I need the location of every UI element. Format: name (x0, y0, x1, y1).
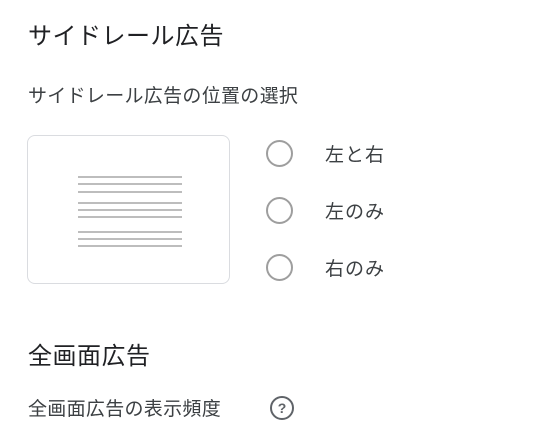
radio-label: 右のみ (325, 257, 386, 280)
radio-label: 左と右 (325, 143, 386, 166)
preview-line (78, 238, 182, 240)
radio-option-right-only[interactable]: 右のみ (266, 250, 385, 284)
preview-line (78, 231, 182, 233)
preview-line (78, 183, 182, 185)
preview-line (78, 202, 182, 204)
radio-button[interactable] (266, 139, 293, 167)
radio-option-left-and-right[interactable]: 左と右 (266, 136, 385, 170)
preview-line (78, 209, 182, 211)
sidebar-ad-preview (27, 135, 230, 284)
preview-line (78, 191, 182, 193)
preview-line (78, 245, 182, 247)
radio-option-left-only[interactable]: 左のみ (266, 193, 385, 227)
fullscreen-ad-frequency-label: 全画面広告の表示頻度 (28, 398, 222, 420)
preview-line (78, 176, 182, 178)
fullscreen-ad-title: 全画面広告 (28, 342, 151, 370)
radio-label: 左のみ (325, 200, 386, 223)
preview-line (78, 216, 182, 218)
radio-button[interactable] (266, 196, 293, 224)
sidebar-ad-title: サイドレール広告 (28, 22, 224, 50)
sidebar-ad-position-label: サイドレール広告の位置の選択 (28, 85, 299, 107)
radio-button[interactable] (266, 253, 293, 281)
help-circle-icon[interactable]: ? (270, 396, 294, 420)
